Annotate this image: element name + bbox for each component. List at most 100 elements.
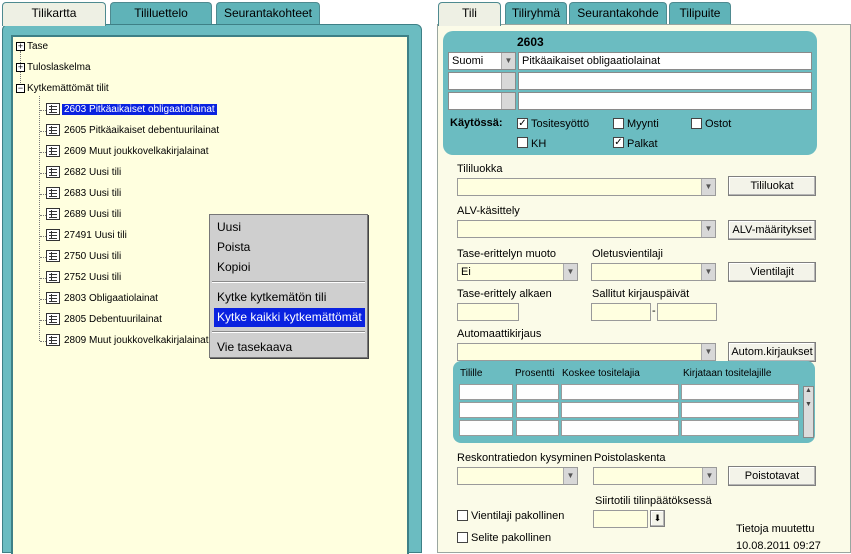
usage-label: Käytössä: — [450, 117, 503, 129]
dropdown-arrow-icon[interactable] — [501, 93, 515, 109]
menu-item-uusi[interactable]: Uusi — [214, 218, 365, 237]
dropdown-arrow-icon[interactable]: ▼ — [563, 468, 577, 484]
menu-item-vie-tasekaava[interactable]: Vie tasekaava — [214, 338, 365, 357]
grid-cell[interactable] — [516, 420, 559, 436]
autom-kirjaukset-button[interactable]: Autom.kirjaukset — [728, 342, 816, 362]
automaattikirjaus-select[interactable]: ▼ — [457, 343, 716, 361]
poistolaskenta-select[interactable]: ▼ — [593, 467, 717, 485]
vientilajit-button[interactable]: Vientilajit — [728, 262, 816, 282]
dropdown-arrow-icon[interactable]: ▼ — [701, 179, 715, 195]
sallitut-from-input[interactable] — [591, 303, 651, 321]
grid-cell[interactable] — [561, 420, 679, 436]
tase-alkaen-input[interactable] — [457, 303, 519, 321]
checkbox-ostot[interactable] — [691, 118, 702, 129]
tab-tilipuite[interactable]: Tilipuite — [669, 2, 731, 24]
sallitut-to-input[interactable] — [657, 303, 717, 321]
sallitut-label: Sallitut kirjauspäivät — [592, 288, 690, 300]
tase-muoto-value: Ei — [461, 266, 471, 278]
tree-account-row[interactable]: 2683 Uusi tili — [46, 186, 123, 202]
tase-muoto-select[interactable]: Ei ▼ — [457, 263, 578, 281]
tab-tili[interactable]: Tili — [438, 2, 501, 26]
tab-seurantakohteet[interactable]: Seurantakohteet — [216, 2, 320, 24]
account-name-input[interactable]: Pitkäaikaiset obligaatiolainat — [518, 52, 812, 70]
menu-item-kytke-kytkematon[interactable]: Kytke kytkemätön tili — [214, 288, 365, 307]
account-name-input-3[interactable] — [518, 92, 812, 110]
grid-cell[interactable] — [516, 384, 559, 400]
tree-label: Kytkemättömät tilit — [27, 83, 109, 94]
tree-account-row[interactable]: 27491 Uusi tili — [46, 228, 129, 244]
tree-account-row[interactable]: 2682 Uusi tili — [46, 165, 123, 181]
tab-tilikartta[interactable]: Tilikartta — [2, 2, 106, 26]
grid-cell[interactable] — [516, 402, 559, 418]
dropdown-arrow-icon[interactable]: ▼ — [563, 264, 577, 280]
language-select-3[interactable] — [448, 92, 516, 110]
tree-account-row[interactable]: 2803 Obligaatiolainat — [46, 291, 160, 307]
tree-account-label: 2809 Muut joukkovelkakirjalainat — [64, 335, 209, 346]
alv-maaritykset-button[interactable]: ALV-määritykset — [728, 220, 816, 240]
dropdown-arrow-icon[interactable]: ▼ — [501, 53, 515, 69]
tab-seurantakohde[interactable]: Seurantakohde — [569, 2, 667, 24]
account-name-input-2[interactable] — [518, 72, 812, 90]
account-icon — [46, 187, 60, 200]
language-select[interactable]: Suomi ▼ — [448, 52, 516, 70]
checkbox-vientilaji-pakollinen[interactable] — [457, 510, 468, 521]
grid-cell[interactable] — [561, 384, 679, 400]
dropdown-arrow-icon[interactable]: ▼ — [701, 221, 715, 237]
tree-node-tase[interactable]: + Tase — [16, 39, 48, 55]
grid-cell[interactable] — [681, 420, 799, 436]
tree-account-row[interactable]: 2605 Pitkäaikaiset debentuurilainat — [46, 123, 221, 139]
siirtotili-lookup-button[interactable]: ⬇ — [650, 510, 665, 527]
tree-account-row[interactable]: 2603 Pitkäaikaiset obligaatiolainat — [46, 102, 217, 118]
language-value: Suomi — [452, 55, 484, 67]
tree-account-row[interactable]: 2752 Uusi tili — [46, 270, 123, 286]
grid-cell[interactable] — [681, 384, 799, 400]
tree-account-label: 2603 Pitkäaikaiset obligaatiolainat — [62, 104, 217, 115]
grid-cell[interactable] — [459, 402, 513, 418]
menu-item-kytke-kaikki[interactable]: Kytke kaikki kytkemättömät — [214, 308, 365, 327]
siirtotili-input[interactable] — [593, 510, 648, 528]
dropdown-arrow-icon[interactable]: ▼ — [702, 468, 716, 484]
tab-tiliryhma[interactable]: Tiliryhmä — [505, 2, 567, 24]
menu-item-poista[interactable]: Poista — [214, 238, 365, 257]
dropdown-arrow-icon[interactable] — [501, 73, 515, 89]
grid-scrollbar[interactable]: ▲ ▼ — [803, 386, 814, 438]
tree-account-row[interactable]: 2609 Muut joukkovelkakirjalainat — [46, 144, 211, 160]
poistotavat-button[interactable]: Poistotavat — [728, 466, 816, 486]
tree-account-row[interactable]: 2809 Muut joukkovelkakirjalainat — [46, 333, 211, 349]
dropdown-arrow-icon[interactable]: ▼ — [701, 344, 715, 360]
account-icon — [46, 334, 60, 347]
tab-tililuettelo[interactable]: Tililuettelo — [110, 2, 212, 24]
tree-account-label: 2752 Uusi tili — [64, 272, 122, 283]
collapse-icon[interactable]: − — [16, 83, 25, 93]
checkbox-myynti[interactable] — [613, 118, 624, 129]
dropdown-arrow-icon[interactable]: ▼ — [701, 264, 715, 280]
account-icon — [46, 313, 60, 326]
alv-select[interactable]: ▼ — [457, 220, 716, 238]
checkbox-selite-pakollinen[interactable] — [457, 532, 468, 543]
tree-account-label: 2683 Uusi tili — [64, 188, 122, 199]
expand-icon[interactable]: + — [16, 41, 25, 51]
expand-icon[interactable]: + — [16, 62, 25, 72]
menu-item-kopioi[interactable]: Kopioi — [214, 258, 365, 277]
grid-cell[interactable] — [459, 420, 513, 436]
tililuokat-button[interactable]: Tililuokat — [728, 176, 816, 196]
checkbox-palkat[interactable]: ✓ — [613, 137, 624, 148]
tree-account-row[interactable]: 2689 Uusi tili — [46, 207, 123, 223]
tree-node-tuloslaskelma[interactable]: + Tuloslaskelma — [16, 60, 91, 76]
tree-account-row[interactable]: 2805 Debentuurilainat — [46, 312, 164, 328]
tililuokka-select[interactable]: ▼ — [457, 178, 716, 196]
language-select-2[interactable] — [448, 72, 516, 90]
checkbox-kh[interactable] — [517, 137, 528, 148]
tree-node-kytkemattomat[interactable]: − Kytkemättömät tilit — [16, 81, 109, 97]
grid-cell[interactable] — [459, 384, 513, 400]
account-icon — [46, 292, 60, 305]
oletusvientilaji-select[interactable]: ▼ — [591, 263, 716, 281]
grid-cell[interactable] — [561, 402, 679, 418]
tree-account-row[interactable]: 2750 Uusi tili — [46, 249, 123, 265]
grid-cell[interactable] — [681, 402, 799, 418]
reskontra-select[interactable]: ▼ — [457, 467, 578, 485]
grid-header-prosentti: Prosentti — [515, 368, 555, 379]
checkbox-tositesyotto[interactable]: ✓ — [517, 118, 528, 129]
tililuokka-label: Tililuokka — [457, 163, 503, 175]
account-icon — [46, 229, 60, 242]
